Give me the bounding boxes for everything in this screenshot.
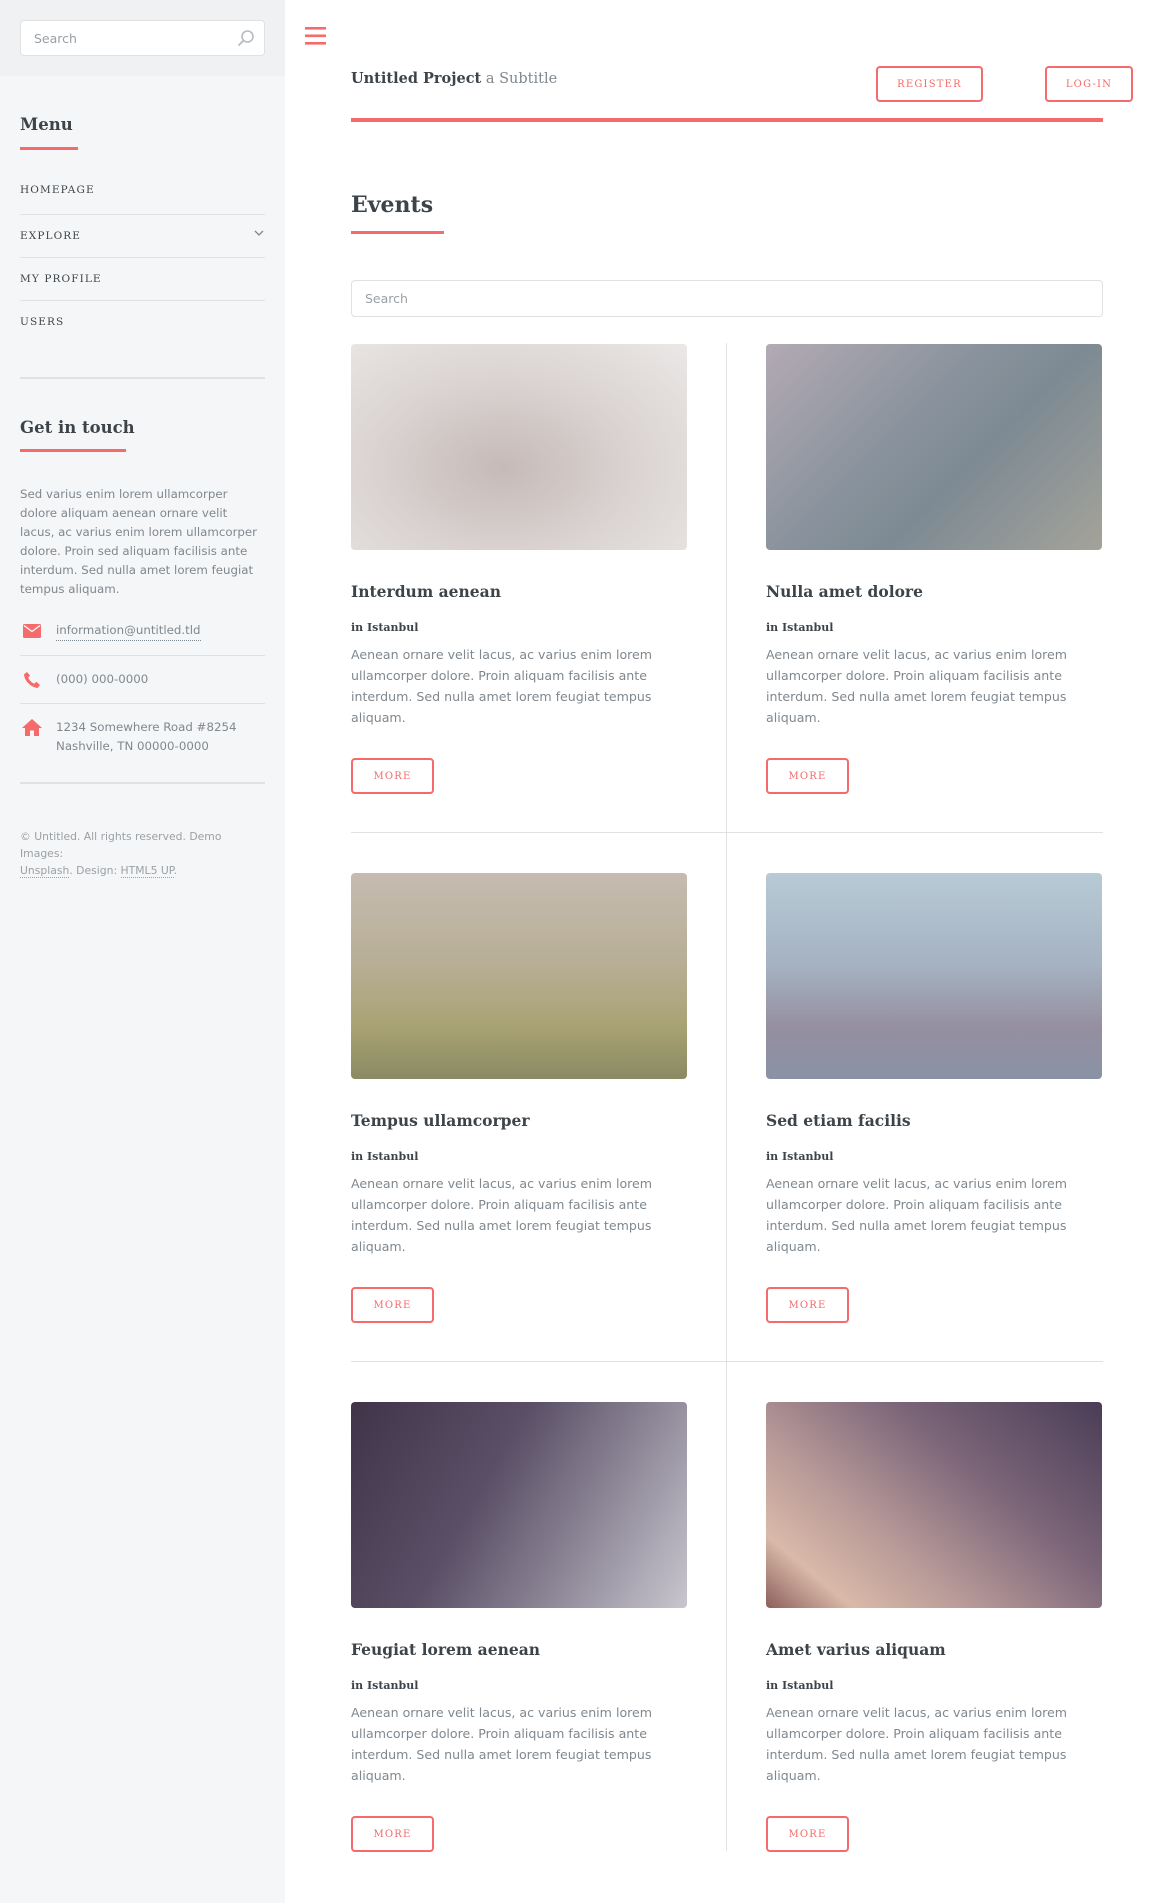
contact-list: information@untitled.tld (000) 000-0000 … xyxy=(20,615,265,770)
phone-number: (000) 000-0000 xyxy=(56,672,149,686)
more-button[interactable]: MORE xyxy=(351,1816,434,1852)
contact-address: 1234 Somewhere Road #8254 Nashville, TN … xyxy=(20,703,265,770)
html5up-link[interactable]: HTML5 UP xyxy=(120,864,174,878)
event-location: in Istanbul xyxy=(351,621,419,634)
phone-icon xyxy=(20,670,44,689)
event-image[interactable] xyxy=(351,1402,687,1608)
event-title: Tempus ullamcorper xyxy=(351,1111,530,1130)
event-image[interactable] xyxy=(766,1402,1102,1608)
event-title: Sed etiam facilis xyxy=(766,1111,911,1130)
more-button[interactable]: MORE xyxy=(766,1816,849,1852)
site-logo[interactable]: Untitled Project a Subtitle xyxy=(351,70,557,87)
address-line-1: 1234 Somewhere Road #8254 xyxy=(56,720,237,734)
grid-divider-horizontal xyxy=(351,1361,1103,1362)
grid-divider-horizontal xyxy=(351,832,1103,833)
address-text: 1234 Somewhere Road #8254 Nashville, TN … xyxy=(56,718,236,756)
more-button[interactable]: MORE xyxy=(766,758,849,794)
events-search-box xyxy=(351,280,1103,317)
sidebar-search-box xyxy=(20,20,265,56)
event-card: Amet varius aliquam in Istanbul Aenean o… xyxy=(766,1402,1102,1852)
register-button[interactable]: REGISTER xyxy=(876,66,983,102)
home-icon xyxy=(20,718,44,737)
menu-item-label: USERS xyxy=(20,315,65,328)
event-location: in Istanbul xyxy=(766,1679,834,1692)
page-header: Untitled Project a Subtitle REGISTER LOG… xyxy=(351,0,1133,122)
sidebar-footer: © Untitled. All rights reserved. Demo Im… xyxy=(0,828,285,879)
contact-title-underline xyxy=(20,449,126,452)
event-card: Nulla amet dolore in Istanbul Aenean orn… xyxy=(766,344,1102,794)
sidebar-search-input[interactable] xyxy=(21,21,264,55)
event-description: Aenean ornare velit lacus, ac varius eni… xyxy=(351,1176,653,1254)
chevron-down-icon[interactable] xyxy=(253,227,265,239)
menu-item-label: MY PROFILE xyxy=(20,272,102,285)
address-line-2: Nashville, TN 00000-0000 xyxy=(56,739,209,753)
event-card: Tempus ullamcorper in Istanbul Aenean or… xyxy=(351,873,687,1323)
more-button[interactable]: MORE xyxy=(766,1287,849,1323)
event-description: Aenean ornare velit lacus, ac varius eni… xyxy=(766,647,1068,725)
event-location: in Istanbul xyxy=(766,1150,834,1163)
copyright-text: © Untitled. All rights reserved. Demo Im… xyxy=(20,828,265,879)
search-icon[interactable] xyxy=(236,28,256,48)
email-link[interactable]: information@untitled.tld xyxy=(56,621,201,641)
event-title: Amet varius aliquam xyxy=(766,1640,946,1659)
event-card: Interdum aenean in Istanbul Aenean ornar… xyxy=(351,344,687,794)
contact-email: information@untitled.tld xyxy=(20,615,265,655)
menu-item-explore[interactable]: EXPLORE xyxy=(20,213,265,257)
hamburger-icon[interactable] xyxy=(305,26,327,46)
menu-title-underline xyxy=(20,146,78,150)
contact-description: Sed varius enim lorem ullamcorper dolore… xyxy=(20,487,258,596)
event-description: Aenean ornare velit lacus, ac varius eni… xyxy=(351,647,653,725)
event-card: Sed etiam facilis in Istanbul Aenean orn… xyxy=(766,873,1102,1323)
event-title: Feugiat lorem aenean xyxy=(351,1640,541,1659)
event-location: in Istanbul xyxy=(351,1679,419,1692)
copyright-prefix: © Untitled. All rights reserved. Demo Im… xyxy=(20,830,222,860)
event-location: in Istanbul xyxy=(351,1150,419,1163)
unsplash-link[interactable]: Unsplash xyxy=(20,864,70,878)
sidebar-divider xyxy=(20,782,265,784)
event-image[interactable] xyxy=(766,873,1102,1079)
grid-divider-vertical xyxy=(726,343,727,1851)
event-title: Nulla amet dolore xyxy=(766,582,923,601)
logo-subtitle: a Subtitle xyxy=(485,71,558,87)
contact-title: Get in touch xyxy=(20,417,135,437)
menu-title: Menu xyxy=(20,115,73,134)
menu-list: HOMEPAGE EXPLORE MY PROFILE USERS xyxy=(20,184,265,343)
event-card: Feugiat lorem aenean in Istanbul Aenean … xyxy=(351,1402,687,1852)
contact-phone: (000) 000-0000 xyxy=(20,655,265,703)
more-button[interactable]: MORE xyxy=(351,758,434,794)
event-location: in Istanbul xyxy=(766,621,834,634)
menu-item-my-profile[interactable]: MY PROFILE xyxy=(20,256,265,300)
copyright-end: . xyxy=(173,864,178,877)
page-title-underline xyxy=(351,231,444,234)
event-image[interactable] xyxy=(351,344,687,550)
login-button[interactable]: LOG-IN xyxy=(1045,66,1133,102)
more-button[interactable]: MORE xyxy=(351,1287,434,1323)
event-description: Aenean ornare velit lacus, ac varius eni… xyxy=(766,1176,1068,1254)
main-content: Untitled Project a Subtitle REGISTER LOG… xyxy=(285,0,1151,1903)
sidebar: Menu HOMEPAGE EXPLORE MY PROFILE USERS G… xyxy=(0,0,285,1903)
event-title: Interdum aenean xyxy=(351,582,501,601)
menu-item-label: HOMEPAGE xyxy=(20,183,95,196)
events-search-input[interactable] xyxy=(352,281,1102,316)
menu-item-label: EXPLORE xyxy=(20,229,82,242)
page-title: Events xyxy=(351,192,434,218)
event-description: Aenean ornare velit lacus, ac varius eni… xyxy=(351,1705,653,1783)
menu-item-users[interactable]: USERS xyxy=(20,299,265,343)
event-description: Aenean ornare velit lacus, ac varius eni… xyxy=(766,1705,1068,1783)
sidebar-menu-section: Menu HOMEPAGE EXPLORE MY PROFILE USERS xyxy=(0,76,285,343)
menu-item-homepage[interactable]: HOMEPAGE xyxy=(20,184,265,214)
logo-title: Untitled Project xyxy=(351,70,482,87)
envelope-icon xyxy=(20,621,44,640)
event-image[interactable] xyxy=(351,873,687,1079)
event-image[interactable] xyxy=(766,344,1102,550)
sidebar-contact-section: Get in touch Sed varius enim lorem ullam… xyxy=(0,379,285,771)
copyright-mid: . Design: xyxy=(69,864,118,877)
sidebar-search-section xyxy=(0,0,285,76)
